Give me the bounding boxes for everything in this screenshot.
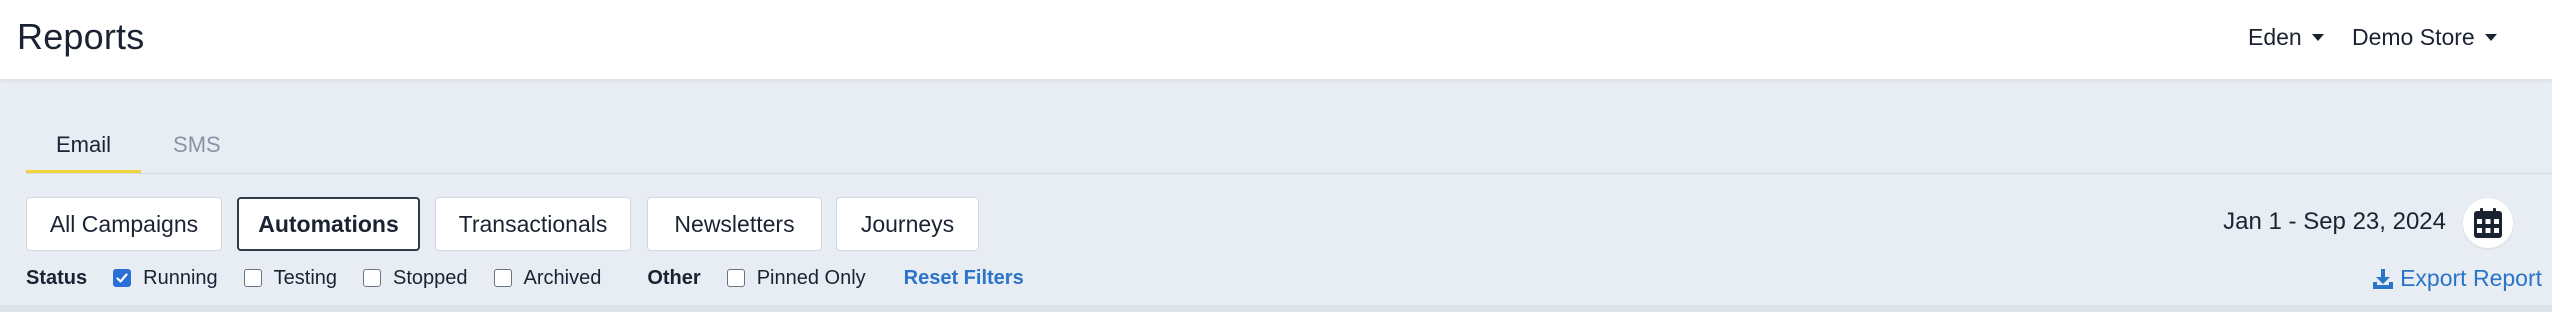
tab-email[interactable]: Email bbox=[26, 128, 142, 174]
tab-sms[interactable]: SMS bbox=[143, 128, 251, 174]
testing-label: Testing bbox=[273, 266, 338, 289]
tabs-divider bbox=[26, 173, 2552, 174]
testing-checkbox[interactable] bbox=[243, 269, 262, 287]
status-filters-row: Status Running Testing Stopped Archived … bbox=[26, 265, 1024, 291]
page-title: Reports bbox=[17, 16, 145, 57]
filter-transactionals-button[interactable]: Transactionals bbox=[435, 197, 631, 251]
stopped-checkbox[interactable] bbox=[363, 269, 382, 287]
calendar-icon bbox=[2474, 208, 2502, 238]
channel-tabs: Email SMS bbox=[26, 128, 251, 174]
filter-journeys-button[interactable]: Journeys bbox=[836, 197, 979, 251]
filter-newsletters-button[interactable]: Newsletters bbox=[647, 197, 822, 251]
caret-down-icon bbox=[2484, 34, 2497, 41]
export-report-button[interactable]: Export Report bbox=[2372, 265, 2542, 292]
running-label: Running bbox=[143, 266, 218, 289]
running-checkbox[interactable] bbox=[113, 269, 132, 287]
date-picker-button[interactable] bbox=[2463, 198, 2513, 248]
top-header: Reports Eden Demo Store bbox=[0, 0, 2552, 80]
pinned-only-label: Pinned Only bbox=[756, 266, 866, 289]
export-report-label: Export Report bbox=[2400, 265, 2542, 291]
filter-automations-button[interactable]: Automations bbox=[237, 197, 420, 251]
archived-checkbox[interactable] bbox=[493, 269, 512, 287]
filter-all-campaigns-button[interactable]: All Campaigns bbox=[26, 197, 222, 251]
caret-down-icon bbox=[2311, 34, 2324, 41]
checkmark-icon bbox=[116, 273, 128, 283]
other-filter-label: Other bbox=[647, 266, 701, 289]
archived-label: Archived bbox=[523, 266, 602, 289]
stopped-label: Stopped bbox=[393, 266, 468, 289]
store-menu-dropdown[interactable]: Demo Store bbox=[2352, 24, 2497, 51]
store-menu-label: Demo Store bbox=[2352, 24, 2475, 50]
date-range-label: Jan 1 - Sep 23, 2024 bbox=[2223, 208, 2446, 235]
user-menu-dropdown[interactable]: Eden bbox=[2248, 24, 2324, 51]
user-menu-label: Eden bbox=[2248, 24, 2302, 50]
content-edge bbox=[0, 305, 2552, 312]
pinned-only-checkbox[interactable] bbox=[726, 269, 745, 287]
status-filter-label: Status bbox=[26, 266, 88, 289]
reset-filters-link[interactable]: Reset Filters bbox=[904, 267, 1024, 290]
download-icon bbox=[2373, 268, 2394, 289]
